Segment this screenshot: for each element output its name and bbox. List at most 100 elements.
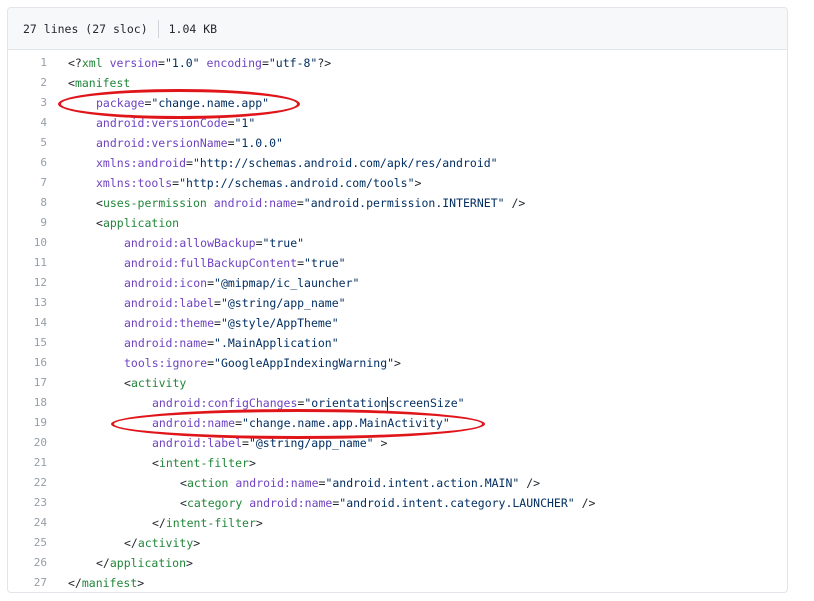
line-number[interactable]: 2 (8, 73, 48, 93)
line-content: android:name=".MainApplication" (48, 333, 339, 353)
token-plain: > (186, 556, 193, 570)
code-line: 17 <activity (8, 373, 787, 393)
token-plain: > (193, 536, 201, 550)
token-str: "1.0" (164, 56, 200, 70)
line-number[interactable]: 7 (8, 173, 48, 193)
line-number[interactable]: 22 (8, 473, 48, 493)
token-str: "@mipmap/ic_launcher" (214, 276, 360, 290)
line-content: </activity> (48, 533, 200, 553)
line-number[interactable]: 13 (8, 293, 48, 313)
token-tag: xml (81, 56, 103, 70)
line-number[interactable]: 26 (8, 553, 48, 573)
token-plain: /> (574, 496, 596, 510)
code-listing[interactable]: 1 <?xml version="1.0" encoding="utf-8"?> 2… (8, 53, 787, 592)
token-plain: ?> (317, 56, 332, 70)
line-content: </application> (48, 553, 193, 573)
line-number[interactable]: 16 (8, 353, 48, 373)
line-number[interactable]: 23 (8, 493, 48, 513)
code-line: 24 </intent-filter> (8, 513, 787, 533)
token-str: "true" (304, 256, 346, 270)
line-number[interactable]: 24 (8, 513, 48, 533)
code-line: 19 android:name="change.name.app.MainActi… (8, 413, 787, 433)
token-attr: android:versionCode (96, 116, 228, 130)
token-attr: encoding (206, 56, 262, 70)
token-str: "android.intent.category.LAUNCHER" (339, 496, 575, 510)
token-tag: intent-filter (158, 456, 249, 470)
line-number[interactable]: 11 (8, 253, 48, 273)
line-content: android:name="change.name.app.MainActivi… (48, 413, 450, 433)
token-plain: > (414, 176, 422, 190)
code-line: 7 xmlns:tools="http://schemas.android.com… (8, 173, 787, 193)
line-number[interactable]: 10 (8, 233, 48, 253)
line-content: </intent-filter> (48, 513, 263, 533)
code-line: 23 <category android:name="android.intent… (8, 493, 787, 513)
line-content: android:label="@string/app_name" > (48, 433, 387, 453)
line-number[interactable]: 4 (8, 113, 48, 133)
token-str: "orientation (304, 396, 388, 410)
token-plain: = (255, 236, 263, 250)
line-number[interactable]: 12 (8, 273, 48, 293)
line-number[interactable]: 5 (8, 133, 48, 153)
token-plain: < (180, 476, 187, 490)
line-number[interactable]: 20 (8, 433, 48, 453)
token-plain: = (158, 56, 165, 70)
line-number[interactable]: 18 (8, 393, 48, 413)
token-tag: application (102, 216, 180, 230)
line-content: <application (48, 213, 179, 233)
token-attr: android:name (213, 196, 297, 210)
token-str: "http://schemas.android.com/tools" (179, 176, 415, 190)
token-attr: android:label (124, 296, 215, 310)
code-line: 3 package="change.name.app" (8, 93, 787, 113)
token-attr: android:configChanges (152, 396, 298, 410)
file-viewer: 27 lines (27 sloc) 1.04 KB 1 <?xml versio… (7, 7, 788, 593)
line-content: android:allowBackup="true" (48, 233, 304, 253)
line-number[interactable]: 1 (8, 53, 48, 73)
line-content: <uses-permission android:name="android.p… (48, 193, 525, 213)
line-number[interactable]: 21 (8, 453, 48, 473)
token-plain: < (96, 216, 103, 230)
token-plain: </ (68, 576, 82, 590)
token-tag: manifest (81, 576, 138, 590)
line-number[interactable]: 25 (8, 533, 48, 553)
token-plain: > (137, 576, 145, 590)
line-content: xmlns:android="http://schemas.android.co… (48, 153, 498, 173)
token-plain: </ (152, 516, 166, 530)
token-str: "change.name.app" (151, 96, 270, 110)
line-content: <activity (48, 373, 186, 393)
line-number[interactable]: 8 (8, 193, 48, 213)
token-plain: = (186, 156, 193, 170)
token-str: "android.permission.INTERNET" (303, 196, 505, 210)
code-line: 21 <intent-filter> (8, 453, 787, 473)
line-content: tools:ignore="GoogleAppIndexingWarning"> (48, 353, 401, 373)
token-plain: = (227, 136, 235, 150)
line-number[interactable]: 19 (8, 413, 48, 433)
token-tag: intent-filter (165, 516, 256, 530)
token-str: "GoogleAppIndexingWarning" (214, 356, 395, 370)
token-str: "change.name.app.MainActivity" (242, 416, 450, 430)
line-number[interactable]: 9 (8, 213, 48, 233)
code-line: 9 <application (8, 213, 787, 233)
line-number[interactable]: 6 (8, 153, 48, 173)
line-content: </manifest> (48, 573, 145, 592)
token-attr: android:name (249, 496, 333, 510)
line-number[interactable]: 15 (8, 333, 48, 353)
line-content: android:versionName="1.0.0" (48, 133, 283, 153)
line-number[interactable]: 17 (8, 373, 48, 393)
token-plain: < (180, 496, 187, 510)
code-line: 15 android:name=".MainApplication" (8, 333, 787, 353)
line-number[interactable]: 14 (8, 313, 48, 333)
token-tag: category (186, 496, 243, 510)
code-line: 26 </application> (8, 553, 787, 573)
line-content: <intent-filter> (48, 453, 256, 473)
line-content: android:versionCode="1" (48, 113, 255, 133)
token-attr: android:allowBackup (124, 236, 256, 250)
token-tag: uses-permission (102, 196, 207, 210)
token-plain: > (255, 516, 263, 530)
line-number[interactable]: 27 (8, 573, 48, 592)
line-number[interactable]: 3 (8, 93, 48, 113)
code-line: 16 tools:ignore="GoogleAppIndexingWarning… (8, 353, 787, 373)
code-line: 6 xmlns:android="http://schemas.android.c… (8, 153, 787, 173)
